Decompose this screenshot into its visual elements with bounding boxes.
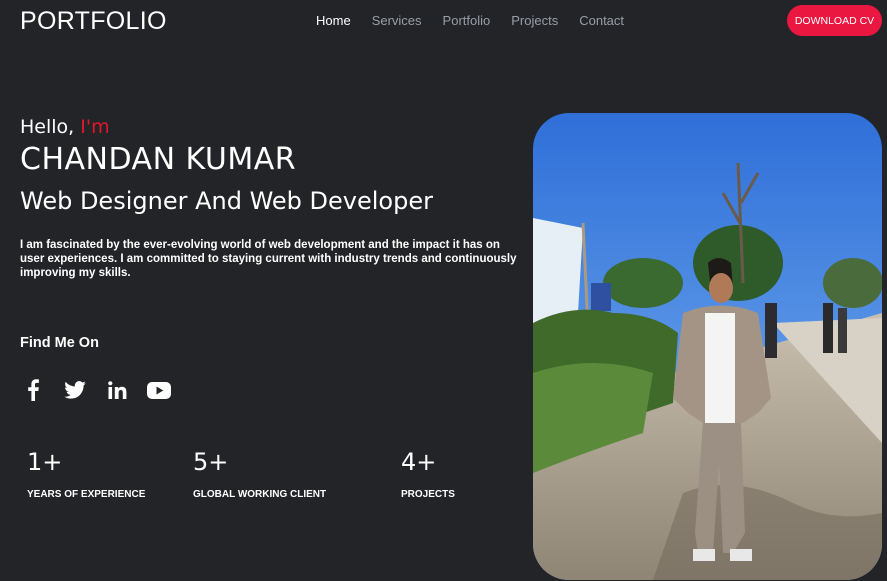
- nav-services[interactable]: Services: [372, 13, 422, 28]
- stat-experience: 1+ YEARS OF EXPERIENCE: [27, 448, 145, 500]
- stat-value: 4+: [401, 448, 437, 476]
- hello-text: Hello,: [20, 116, 75, 138]
- stat-value: 1+: [27, 448, 63, 476]
- im-text: I'm: [80, 116, 110, 138]
- facebook-icon[interactable]: [20, 378, 46, 402]
- download-cv-button[interactable]: DOWNLOAD CV: [787, 5, 882, 36]
- stat-label: PROJECTS: [401, 489, 455, 500]
- profile-photo: [533, 113, 882, 580]
- linkedin-icon[interactable]: [104, 378, 130, 402]
- nav-contact[interactable]: Contact: [579, 13, 624, 28]
- main-nav: Home Services Portfolio Projects Contact: [316, 13, 645, 28]
- nav-portfolio[interactable]: Portfolio: [443, 13, 491, 28]
- intro-paragraph: I am fascinated by the ever-evolving wor…: [20, 239, 517, 279]
- site-logo[interactable]: PORTFOLIO: [20, 7, 167, 36]
- person-name: CHANDAN KUMAR: [20, 142, 297, 177]
- youtube-icon[interactable]: [146, 378, 172, 402]
- stat-label: YEARS OF EXPERIENCE: [27, 489, 146, 500]
- stat-clients: 5+ GLOBAL WORKING CLIENT: [193, 448, 326, 500]
- person-role: Web Designer And Web Developer: [20, 187, 433, 215]
- hello-heading: Hello, I'm: [20, 116, 110, 138]
- nav-projects[interactable]: Projects: [511, 13, 558, 28]
- nav-home[interactable]: Home: [316, 13, 351, 28]
- stat-projects: 4+ PROJECTS: [401, 448, 455, 500]
- social-links: [20, 378, 188, 402]
- stat-label: GLOBAL WORKING CLIENT: [193, 489, 327, 500]
- twitter-icon[interactable]: [62, 378, 88, 402]
- stat-value: 5+: [193, 448, 229, 476]
- find-me-heading: Find Me On: [20, 335, 99, 351]
